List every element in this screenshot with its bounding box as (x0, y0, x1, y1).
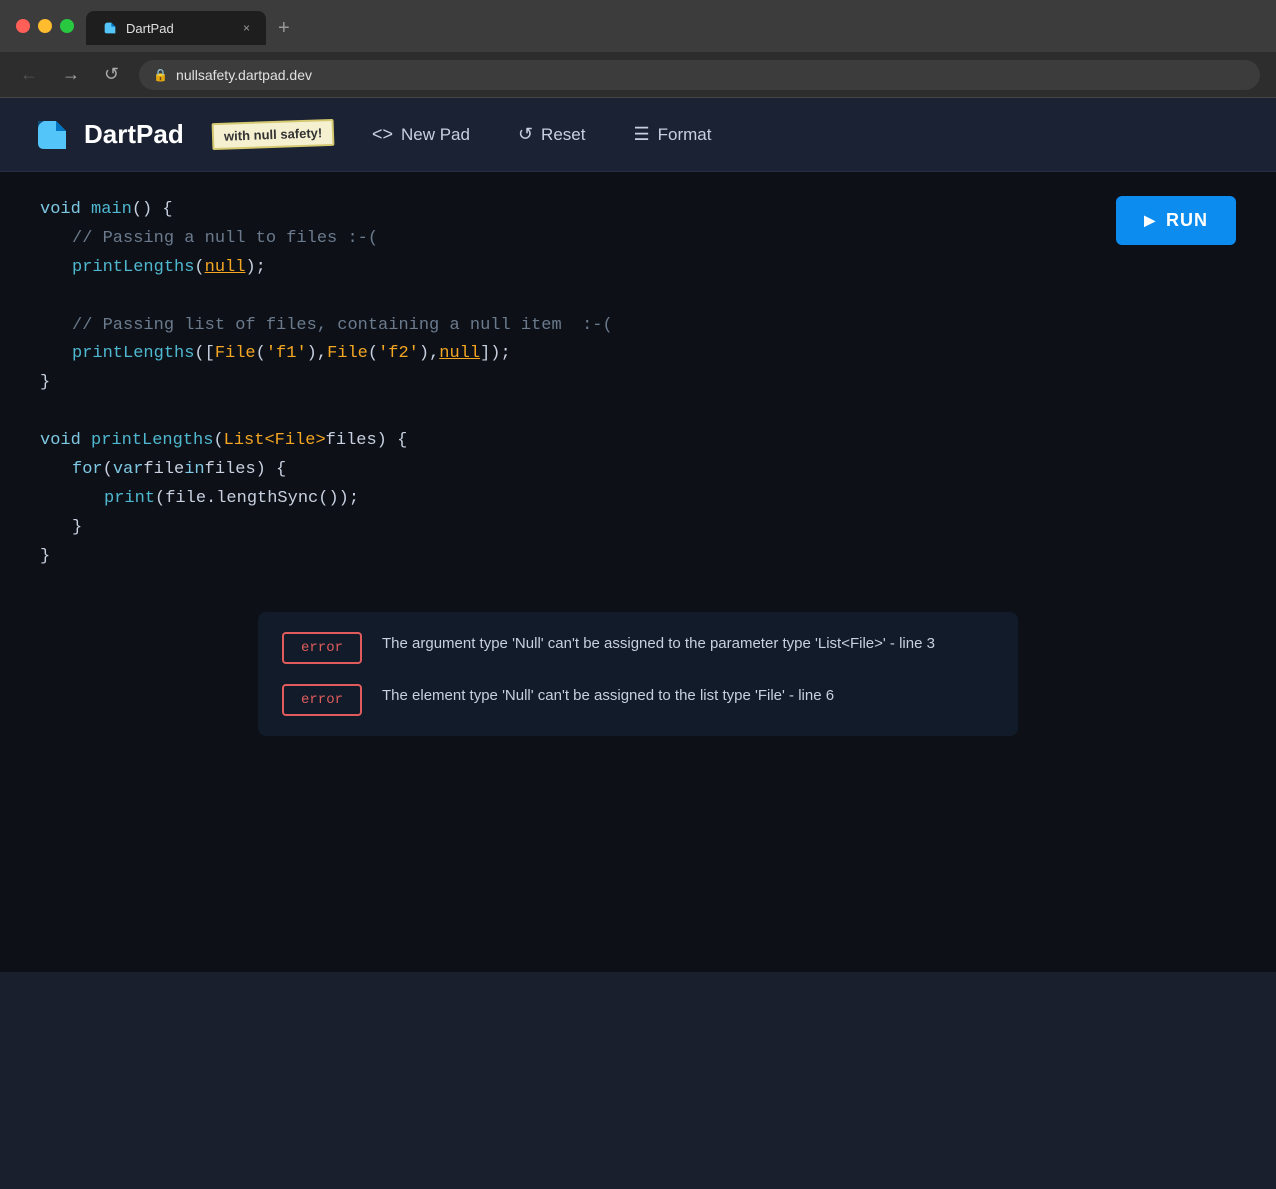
new-tab-button[interactable]: + (266, 11, 302, 45)
code-line-6: printLengths([File('f1'), File('f2'), nu… (40, 340, 1236, 369)
reset-label: Reset (541, 125, 585, 145)
code-line-9: void printLengths(List<File> files) { (40, 427, 1236, 456)
traffic-lights (16, 19, 74, 33)
type-file-2: File (327, 340, 368, 369)
dartpad-title: DartPad (84, 119, 184, 150)
kw-var: var (113, 456, 144, 485)
code-line-1: void main() { (40, 196, 1236, 225)
type-file-1: File (215, 340, 256, 369)
browser-chrome: DartPad × + ← → ↺ 🔒 nullsafety.dartpad.d… (0, 0, 1276, 98)
null-1: null (205, 254, 246, 283)
format-label: Format (658, 125, 712, 145)
kw-in: in (184, 456, 204, 485)
type-list: List<File> (224, 427, 326, 456)
fn-printlengths-2: printLengths (72, 340, 194, 369)
maximize-window-button[interactable] (60, 19, 74, 33)
kw-void-1: void (40, 196, 81, 225)
run-play-icon: ▶ (1144, 212, 1156, 229)
lock-icon: 🔒 (153, 68, 168, 82)
code-line-13: } (40, 543, 1236, 572)
app-header: DartPad with null safety! <> New Pad ↺ R… (0, 98, 1276, 172)
format-button[interactable]: ☰ Format (623, 118, 721, 151)
minimize-window-button[interactable] (38, 19, 52, 33)
address-input-wrap[interactable]: 🔒 nullsafety.dartpad.dev (139, 60, 1260, 90)
fn-print: print (104, 485, 155, 514)
null-safety-badge: with null safety! (211, 119, 334, 150)
run-label: RUN (1166, 210, 1208, 231)
comment-1: // Passing a null to files :-( (72, 225, 378, 254)
code-editor[interactable]: void main() { // Passing a null to files… (40, 196, 1236, 572)
tab-bar: DartPad × + (86, 7, 1260, 45)
tab-close-button[interactable]: × (243, 21, 250, 35)
title-bar: DartPad × + (0, 0, 1276, 52)
comment-2: // Passing list of files, containing a n… (72, 312, 613, 341)
code-line-11: print(file.lengthSync()); (40, 485, 1236, 514)
code-line-2: // Passing a null to files :-( (40, 225, 1236, 254)
run-button[interactable]: ▶ RUN (1116, 196, 1236, 245)
fn-printlengths-def: printLengths (91, 427, 213, 456)
new-pad-label: New Pad (401, 125, 470, 145)
error-message-2: The element type 'Null' can't be assigne… (382, 684, 834, 708)
str-f2: 'f2' (378, 340, 419, 369)
str-f1: 'f1' (266, 340, 307, 369)
error-panel: error The argument type 'Null' can't be … (258, 612, 1018, 736)
kw-void-2: void (40, 427, 81, 456)
reload-button[interactable]: ↺ (100, 60, 123, 89)
code-line-7: } (40, 369, 1236, 398)
forward-button[interactable]: → (58, 60, 84, 89)
address-text: nullsafety.dartpad.dev (176, 67, 312, 83)
code-line-5: // Passing list of files, containing a n… (40, 312, 1236, 341)
format-icon: ☰ (633, 124, 649, 145)
code-line-8 (40, 398, 1236, 427)
kw-for: for (72, 456, 103, 485)
dart-tab-icon (102, 20, 118, 36)
back-button[interactable]: ← (16, 60, 42, 89)
dartpad-logo: DartPad (32, 115, 184, 155)
error-row-1: error The argument type 'Null' can't be … (282, 632, 994, 664)
reset-icon: ↺ (518, 124, 533, 145)
address-bar: ← → ↺ 🔒 nullsafety.dartpad.dev (0, 52, 1276, 98)
error-badge-2: error (282, 684, 362, 716)
code-line-4 (40, 283, 1236, 312)
null-2: null (439, 340, 480, 369)
main-content: ▶ RUN void main() { // Passing a null to… (0, 172, 1276, 972)
fn-printlengths-1: printLengths (72, 254, 194, 283)
dart-logo-icon (32, 115, 72, 155)
new-pad-icon: <> (372, 124, 393, 145)
error-badge-1: error (282, 632, 362, 664)
browser-tab[interactable]: DartPad × (86, 11, 266, 45)
error-message-1: The argument type 'Null' can't be assign… (382, 632, 935, 656)
close-window-button[interactable] (16, 19, 30, 33)
error-row-2: error The element type 'Null' can't be a… (282, 684, 994, 716)
reset-button[interactable]: ↺ Reset (508, 118, 596, 151)
fn-main: main (91, 196, 132, 225)
code-line-10: for (var file in files) { (40, 456, 1236, 485)
new-pad-button[interactable]: <> New Pad (362, 118, 480, 151)
code-line-3: printLengths(null); (40, 254, 1236, 283)
tab-title: DartPad (126, 21, 174, 36)
code-line-12: } (40, 514, 1236, 543)
